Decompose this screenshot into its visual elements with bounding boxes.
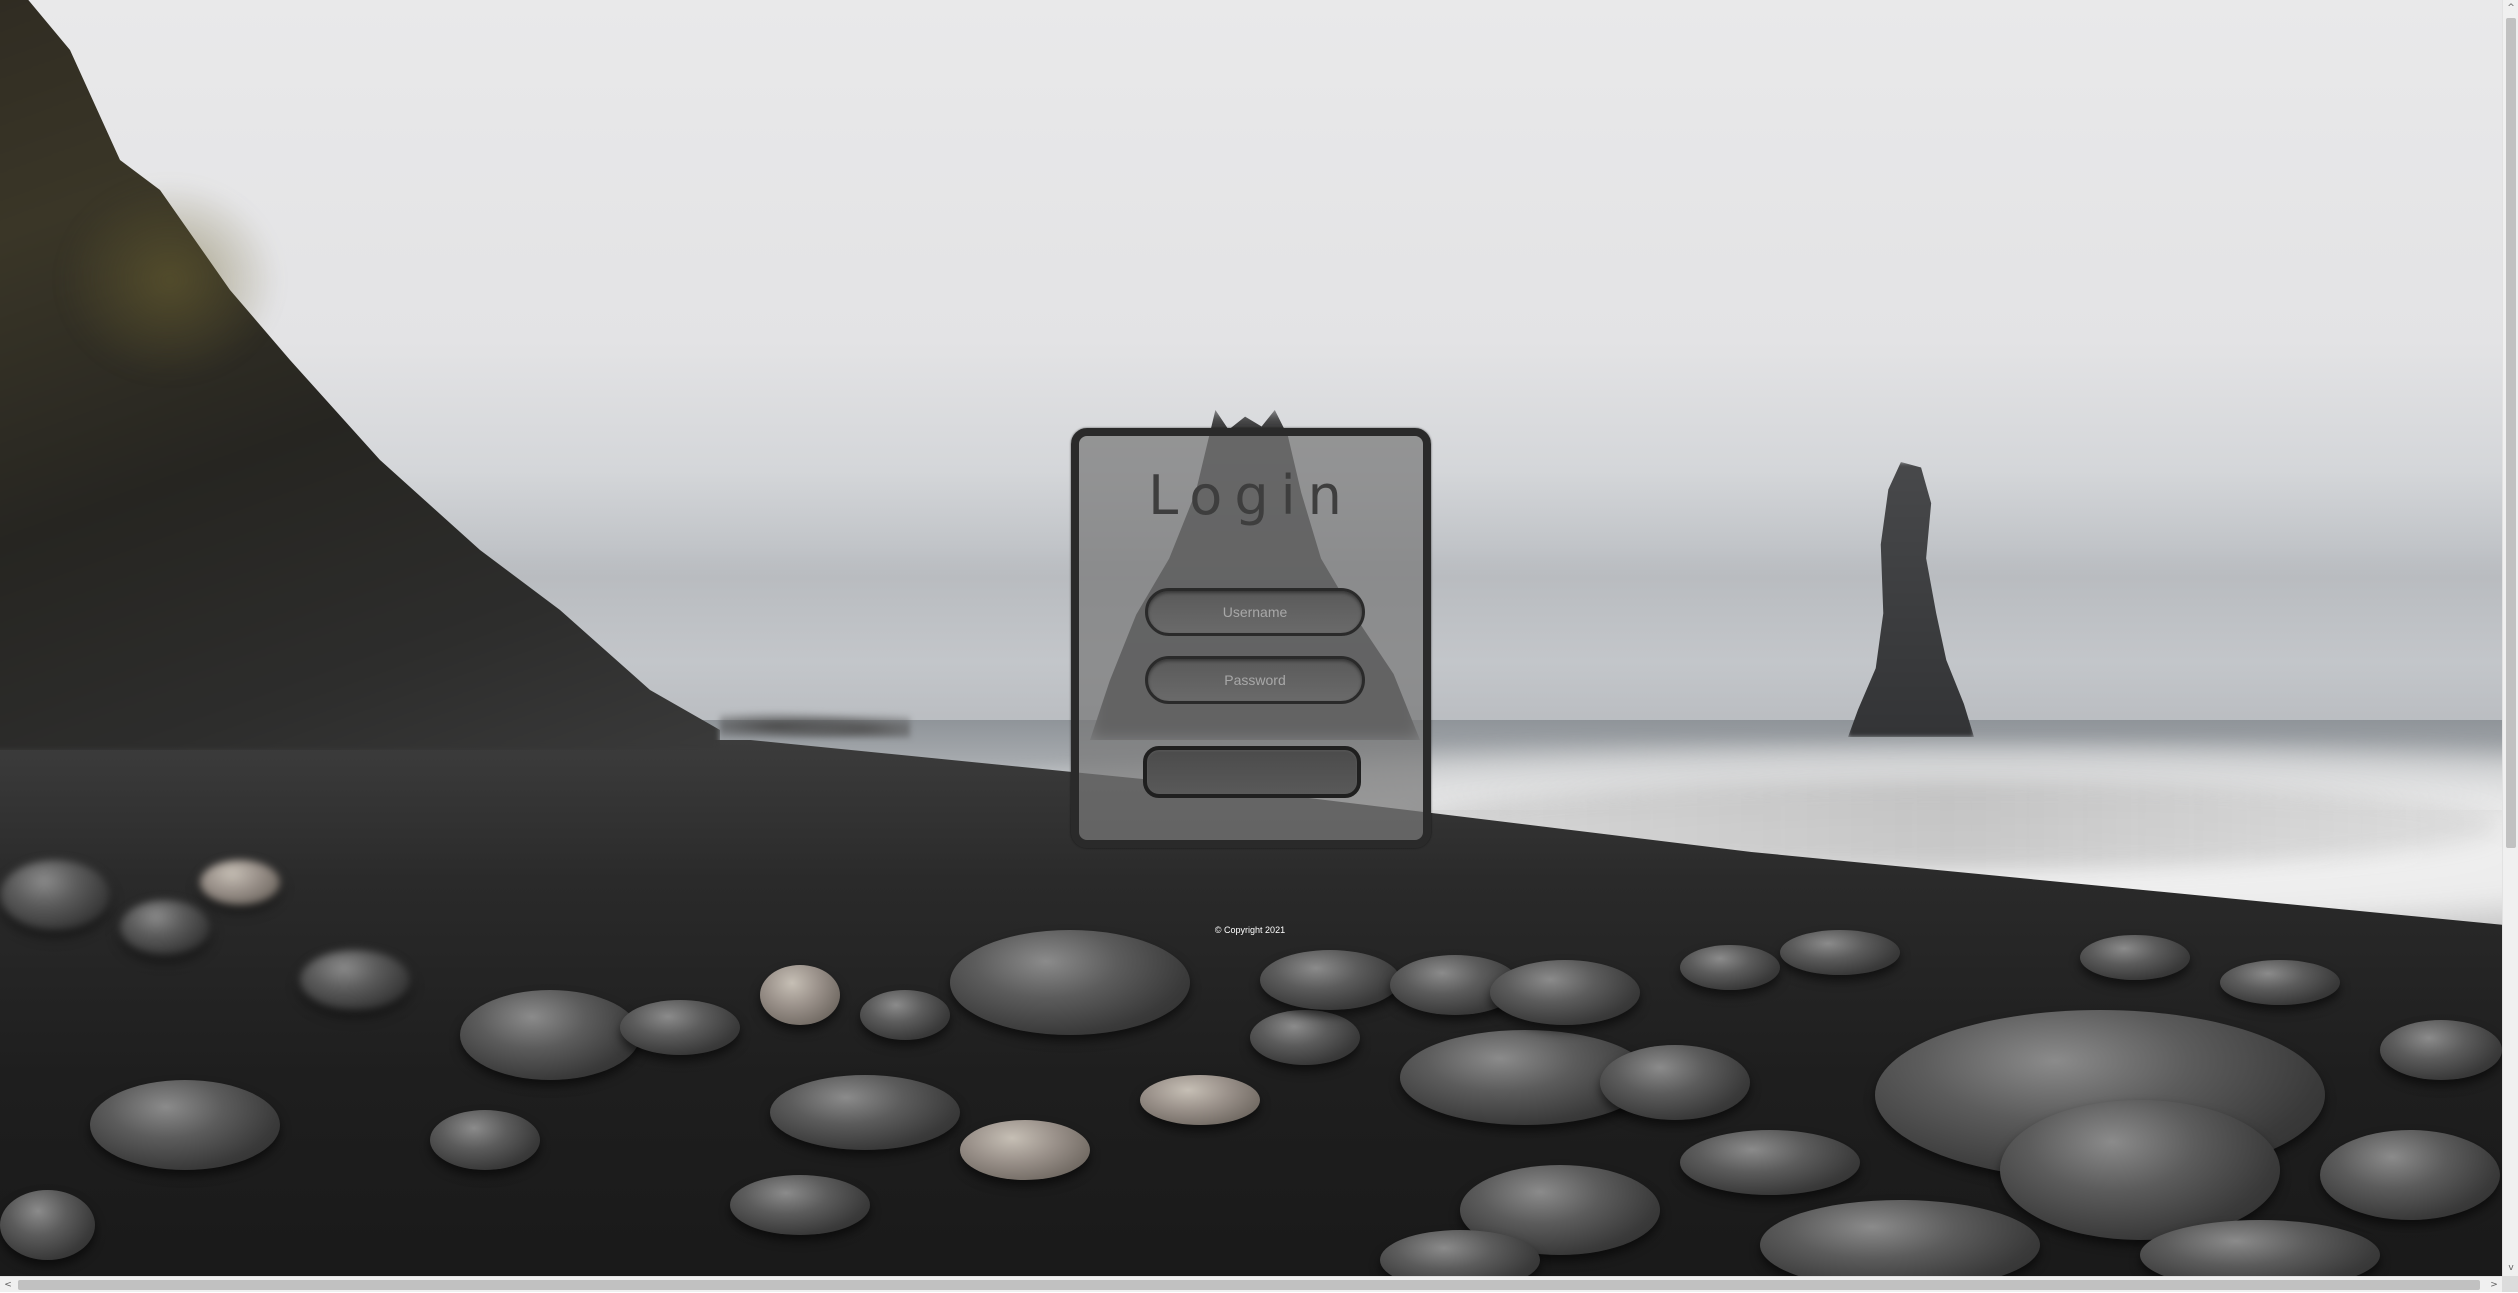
page-viewport: Login © Copyright 2021 [0,0,2502,1276]
pebble [1250,1010,1360,1065]
scrollbar-corner [2502,1276,2518,1292]
pebble [430,1110,540,1170]
pebble [860,990,950,1040]
pebble [760,965,840,1025]
pebble [0,860,110,930]
pebble [1780,930,1900,975]
pebble [90,1080,280,1170]
pebble [1260,950,1400,1010]
pebble [960,1120,1090,1180]
scroll-up-arrow-icon[interactable]: ^ [2503,0,2518,16]
login-title: Login [1148,464,1354,527]
username-input[interactable] [1145,588,1365,636]
pebble [200,860,280,905]
pebble [120,900,210,955]
pebble [2380,1020,2502,1080]
pebble [1680,1130,1860,1195]
pebble [2000,1100,2280,1240]
scroll-down-arrow-icon[interactable]: v [2503,1260,2518,1276]
horizontal-scroll-thumb[interactable] [18,1280,2480,1290]
pebble [1600,1045,1750,1120]
scroll-left-arrow-icon[interactable]: < [0,1277,16,1293]
pebble [950,930,1190,1035]
scroll-right-arrow-icon[interactable]: > [2486,1277,2502,1293]
pebble [1140,1075,1260,1125]
pebble [1490,960,1640,1025]
pebble [2080,935,2190,980]
horizontal-scrollbar[interactable]: < > [0,1276,2502,1292]
pebble [620,1000,740,1055]
pebble [0,1190,95,1260]
copyright-text: © Copyright 2021 [1214,925,1286,935]
pebble [2220,960,2340,1005]
cliff-moss [60,180,280,380]
pebble [2320,1130,2500,1220]
vertical-scrollbar[interactable]: ^ v [2502,0,2518,1276]
pebble [770,1075,960,1150]
pebble [1680,945,1780,990]
vertical-scroll-thumb[interactable] [2506,18,2516,848]
pebble [300,950,410,1010]
distant-rocks [720,708,910,738]
password-input[interactable] [1145,656,1365,704]
pebble [460,990,640,1080]
login-card: Login [1071,428,1431,848]
pebble [730,1175,870,1235]
login-submit-button[interactable] [1143,746,1361,798]
